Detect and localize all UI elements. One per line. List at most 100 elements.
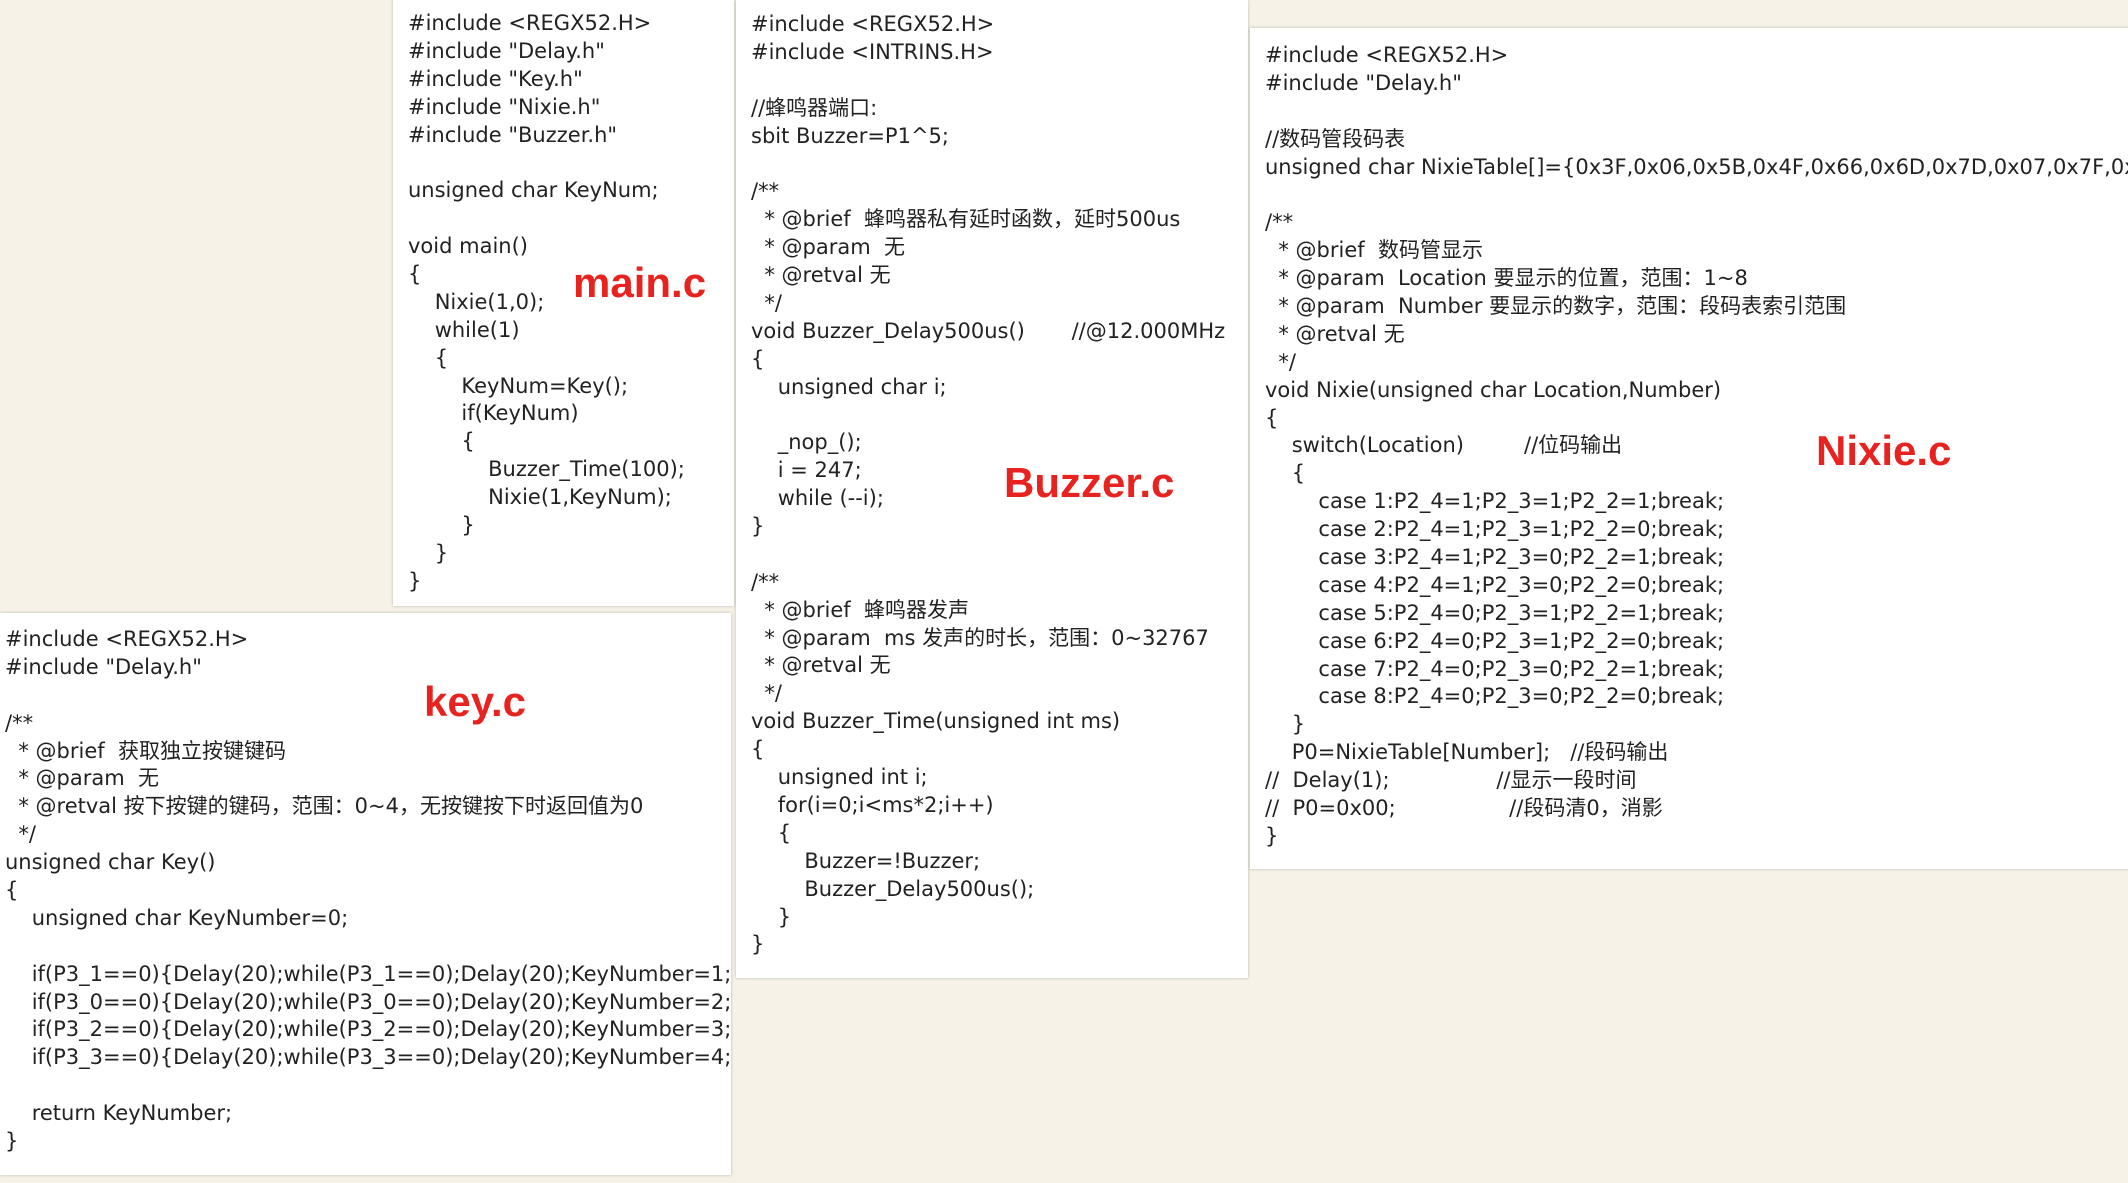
code-line: } bbox=[408, 568, 422, 593]
code-line: Nixie(1,KeyNum); bbox=[408, 485, 672, 510]
code-line: #include "Delay.h" bbox=[5, 654, 202, 679]
code-line: * @param Location 要显示的位置，范围：1~8 bbox=[1265, 266, 1748, 291]
key-c-code: #include <REGX52.H> #include "Delay.h" /**… bbox=[5, 626, 731, 1156]
code-line: while(1) bbox=[408, 317, 520, 342]
code-line: if(P3_3==0){Delay(20);while(P3_3==0);Del… bbox=[5, 1045, 731, 1070]
code-line: * @retval 按下按键的键码，范围：0~4，无按键按下时返回值为0 bbox=[5, 794, 644, 819]
code-line: */ bbox=[5, 822, 36, 847]
code-line: #include <REGX52.H> bbox=[5, 627, 249, 651]
code-line: */ bbox=[751, 681, 782, 706]
code-line: /** bbox=[751, 179, 780, 204]
code-line: #include "Delay.h" bbox=[1265, 70, 1462, 95]
code-line: } bbox=[751, 904, 792, 929]
code-line: case 2:P2_4=1;P2_3=1;P2_2=0;break; bbox=[1265, 517, 1725, 542]
code-line: if(P3_1==0){Delay(20);while(P3_1==0);Del… bbox=[5, 961, 731, 986]
code-line: sbit Buzzer=P1^5; bbox=[751, 123, 949, 148]
code-line: { bbox=[5, 878, 19, 903]
code-line: { bbox=[1265, 405, 1279, 430]
code-line: { bbox=[408, 345, 449, 370]
code-line: * @param 无 bbox=[751, 235, 906, 260]
code-line: * @retval 无 bbox=[1265, 321, 1405, 346]
code-line: } bbox=[1265, 823, 1279, 848]
code-line: * @brief 蜂鸣器发声 bbox=[751, 597, 969, 622]
code-line: case 4:P2_4=1;P2_3=0;P2_2=0;break; bbox=[1265, 572, 1725, 597]
code-line: case 5:P2_4=0;P2_3=1;P2_2=1;break; bbox=[1265, 600, 1725, 625]
code-line: #include <REGX52.H> bbox=[751, 12, 995, 36]
code-line: unsigned char KeyNumber=0; bbox=[5, 905, 349, 930]
code-line: case 3:P2_4=1;P2_3=0;P2_2=1;break; bbox=[1265, 545, 1725, 570]
code-line: case 7:P2_4=0;P2_3=0;P2_2=1;break; bbox=[1265, 656, 1725, 681]
code-line: Buzzer=!Buzzer; bbox=[751, 848, 981, 873]
code-line: #include "Key.h" bbox=[408, 66, 583, 91]
nixie-c-code: #include <REGX52.H> #include "Delay.h" //数… bbox=[1265, 42, 2128, 851]
code-line: */ bbox=[751, 290, 782, 315]
code-line: } bbox=[408, 513, 475, 538]
code-line: if(P3_2==0){Delay(20);while(P3_2==0);Del… bbox=[5, 1017, 731, 1042]
code-line: } bbox=[408, 540, 449, 565]
buzzer-c-label: Buzzer.c bbox=[1004, 459, 1175, 506]
code-line: #include "Nixie.h" bbox=[408, 94, 601, 119]
nixie-c-label: Nixie.c bbox=[1816, 427, 1952, 474]
code-line: //蜂鸣器端口: bbox=[751, 95, 878, 120]
code-line: * @brief 获取独立按键键码 bbox=[5, 738, 286, 763]
main-c-label: main.c bbox=[573, 259, 707, 306]
code-line: /** bbox=[751, 569, 780, 594]
code-line: unsigned int i; bbox=[751, 765, 928, 790]
code-line: //数码管段码表 bbox=[1265, 126, 1406, 151]
buzzer-c-panel: #include <REGX52.H> #include <INTRINS.H> /… bbox=[736, 0, 1248, 978]
code-line: Buzzer_Delay500us(); bbox=[751, 876, 1035, 901]
code-line: } bbox=[5, 1129, 19, 1154]
code-line: { bbox=[408, 429, 475, 454]
code-line: { bbox=[751, 737, 765, 762]
code-line: * @retval 无 bbox=[751, 263, 891, 288]
nixie-c-panel: #include <REGX52.H> #include "Delay.h" //数… bbox=[1250, 28, 2128, 869]
code-line: void Buzzer_Time(unsigned int ms) bbox=[751, 709, 1121, 734]
code-line: case 6:P2_4=0;P2_3=1;P2_2=0;break; bbox=[1265, 628, 1725, 653]
code-line: // P0=0x00; //段码清0，消影 bbox=[1265, 796, 1663, 821]
code-line: unsigned char NixieTable[]={0x3F,0x06,0x… bbox=[1265, 154, 2128, 179]
code-line: #include "Buzzer.h" bbox=[408, 122, 618, 147]
code-line: Buzzer_Time(100); bbox=[408, 457, 685, 482]
code-line: #include <REGX52.H> bbox=[408, 11, 652, 35]
code-line: // Delay(1); //显示一段时间 bbox=[1265, 768, 1637, 793]
main-c-panel: #include <REGX52.H> #include "Delay.h" #in… bbox=[393, 0, 734, 606]
code-line: KeyNum=Key(); bbox=[408, 373, 629, 398]
code-line: } bbox=[751, 514, 765, 539]
code-line: for(i=0;i<ms*2;i++) bbox=[751, 792, 994, 817]
code-line: switch(Location) //位码输出 bbox=[1265, 433, 1623, 458]
code-line: { bbox=[751, 346, 765, 371]
code-line: unsigned char Key() bbox=[5, 850, 216, 875]
code-line: * @retval 无 bbox=[751, 653, 891, 678]
code-line: { bbox=[751, 820, 792, 845]
code-line: { bbox=[1265, 461, 1306, 486]
code-line: return KeyNumber; bbox=[5, 1101, 233, 1126]
code-line: #include "Delay.h" bbox=[408, 38, 605, 63]
code-line: case 1:P2_4=1;P2_3=1;P2_2=1;break; bbox=[1265, 489, 1725, 514]
code-line: #include <REGX52.H> bbox=[1265, 43, 1509, 67]
code-line: } bbox=[1265, 712, 1306, 737]
code-line: * @brief 数码管显示 bbox=[1265, 238, 1483, 263]
code-line: * @param ms 发声的时长，范围：0~32767 bbox=[751, 625, 1209, 650]
code-line: /** bbox=[1265, 210, 1294, 235]
code-line: #include <INTRINS.H> bbox=[751, 39, 994, 64]
key-c-label: key.c bbox=[424, 678, 526, 725]
code-line: void Buzzer_Delay500us() //@12.000MHz bbox=[751, 318, 1226, 343]
code-line: * @param Number 要显示的数字，范围：段码表索引范围 bbox=[1265, 294, 1847, 319]
code-line: } bbox=[751, 932, 765, 957]
key-c-panel: #include <REGX52.H> #include "Delay.h" /**… bbox=[0, 613, 731, 1175]
code-line: case 8:P2_4=0;P2_3=0;P2_2=0;break; bbox=[1265, 684, 1725, 709]
code-line: if(P3_0==0){Delay(20);while(P3_0==0);Del… bbox=[5, 989, 731, 1014]
code-line: * @param 无 bbox=[5, 766, 160, 791]
code-line: _nop_(); bbox=[751, 430, 862, 455]
code-line: unsigned char i; bbox=[751, 374, 947, 399]
